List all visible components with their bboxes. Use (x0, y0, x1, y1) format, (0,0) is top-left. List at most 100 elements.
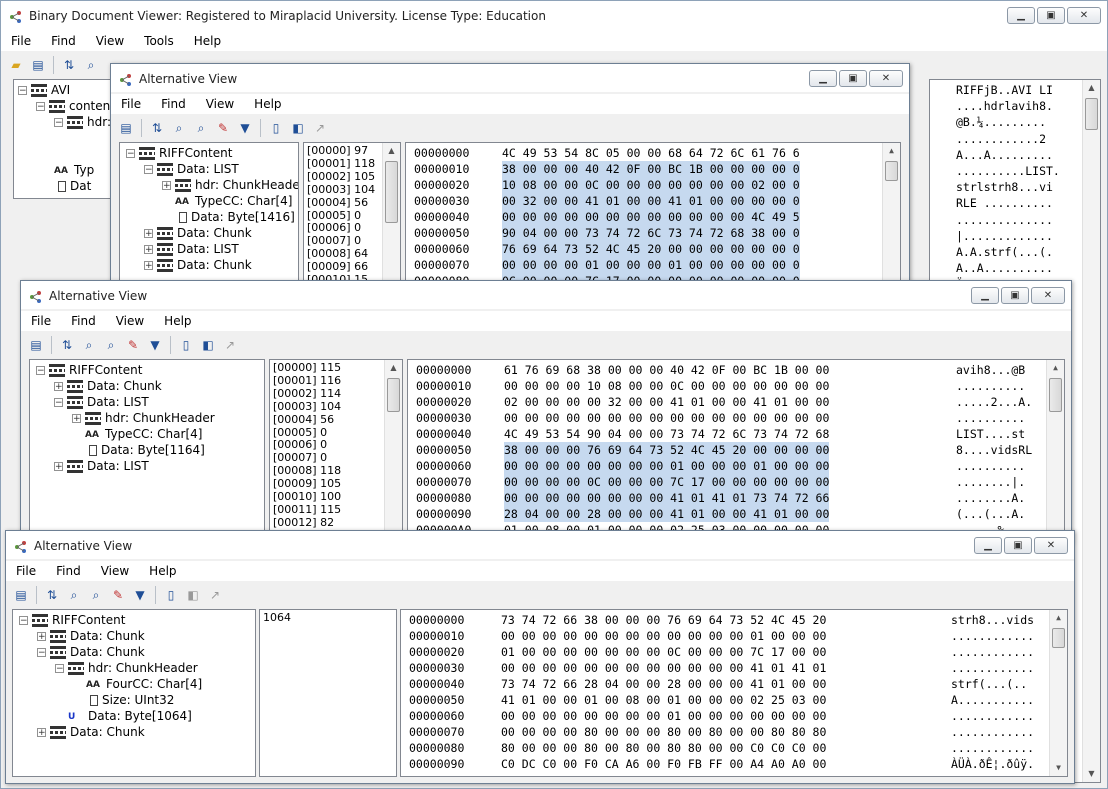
maximize-button[interactable]: ▣ (1037, 7, 1065, 24)
main-scrollbar[interactable]: ▲ ▼ (1082, 80, 1100, 782)
hex-scrollbar[interactable]: ▲ (1046, 360, 1064, 540)
hex-bytes[interactable]: 73 74 72 66 28 04 00 00 28 00 00 00 41 0… (501, 676, 826, 692)
expander[interactable]: − (18, 86, 27, 96)
list-item[interactable]: [00004] 56 (307, 196, 368, 209)
find-icon[interactable]: ⌕ (170, 119, 188, 137)
hex-bytes[interactable]: 00 00 00 00 00 00 00 00 00 00 00 00 01 0… (501, 628, 826, 644)
list-item[interactable]: [00009] 66 (307, 261, 368, 273)
menu-file[interactable]: File (6, 564, 46, 578)
expander-icon[interactable]: − (36, 366, 45, 376)
filter-icon[interactable]: ▼ (131, 586, 149, 604)
close-button[interactable]: ✕ (1034, 537, 1068, 554)
expander-icon[interactable]: − (54, 398, 63, 408)
menu-tools[interactable]: Tools (134, 34, 184, 48)
list-item[interactable]: [00004] 56 (273, 413, 334, 426)
tree-node[interactable]: Dat (54, 178, 91, 194)
hex-bytes[interactable]: 00 00 00 00 01 00 00 00 01 00 00 00 00 0… (502, 257, 800, 273)
list-item[interactable]: [00008] 118 (273, 465, 341, 477)
find-icon[interactable]: ⌕ (65, 586, 83, 604)
tree-node[interactable]: − RIFFContent (19, 612, 125, 628)
tree-node[interactable]: + hdr: ChunkHeader (162, 177, 298, 193)
save-icon[interactable]: ▤ (27, 336, 45, 354)
hex-bytes[interactable]: 4C 49 53 54 8C 05 00 00 68 64 72 6C 61 7… (502, 145, 800, 161)
close-button[interactable]: ✕ (1031, 287, 1065, 304)
hex-bytes[interactable]: 73 74 72 66 38 00 00 00 76 69 64 73 52 4… (501, 612, 826, 628)
expander-icon[interactable]: + (144, 229, 153, 239)
list-item[interactable]: [00011] 115 (273, 503, 341, 516)
menu-help[interactable]: Help (244, 97, 291, 111)
back-arrow-icon[interactable]: ↗ (206, 586, 224, 604)
save-icon[interactable]: ▤ (12, 586, 30, 604)
scroll-up-icon[interactable]: ▲ (1083, 80, 1100, 96)
list-item[interactable]: [00005] 0 (307, 209, 361, 222)
scroll-up-icon[interactable]: ▲ (385, 360, 402, 376)
tree-icon[interactable]: ⇅ (58, 336, 76, 354)
hex-bytes[interactable]: 00 00 00 00 00 00 00 00 00 00 00 00 00 0… (504, 410, 829, 426)
scroll-thumb[interactable] (1052, 628, 1065, 648)
hex-scrollbar[interactable]: ▲ ▼ (1049, 610, 1067, 776)
tree-node[interactable]: Size: UInt32 (73, 692, 174, 708)
expander-icon[interactable]: + (144, 245, 153, 255)
menu-view[interactable]: View (86, 34, 134, 48)
edit-icon[interactable]: ✎ (214, 119, 232, 137)
find-next-icon[interactable]: ⌕ (87, 586, 105, 604)
list-scrollbar[interactable]: ▲ (384, 360, 402, 540)
expander-icon[interactable]: + (37, 728, 46, 738)
expander-icon[interactable]: + (144, 261, 153, 271)
menu-help[interactable]: Help (184, 34, 231, 48)
tree-node[interactable]: + Data: LIST (54, 458, 149, 474)
edit-icon[interactable]: ✎ (124, 336, 142, 354)
tree-node[interactable]: Data: Byte[1164] (72, 442, 205, 458)
hex-bytes[interactable]: 38 00 00 00 76 69 64 73 52 4C 45 20 00 0… (504, 442, 830, 458)
tree-node[interactable]: − hdr: (54, 114, 111, 130)
find-icon[interactable]: ⌕ (80, 336, 98, 354)
hex-bytes[interactable]: 00 00 00 00 00 00 00 00 41 01 41 01 73 7… (504, 490, 830, 506)
list-item[interactable]: [00003] 104 (307, 183, 375, 196)
tree-node[interactable]: − AVI (18, 82, 70, 98)
find-icon[interactable]: ⌕ (82, 56, 100, 74)
list-item[interactable]: [00008] 64 (307, 248, 368, 260)
tree-node[interactable]: + hdr: ChunkHeader (72, 410, 215, 426)
tree-node[interactable]: + Data: Chunk (37, 628, 145, 644)
tree-node[interactable]: − Data: Chunk (37, 644, 145, 660)
main-titlebar[interactable]: Binary Document Viewer: Registered to Mi… (1, 1, 1107, 31)
split-icon[interactable]: ◧ (184, 586, 202, 604)
minimize-button[interactable]: ▁ (1007, 7, 1035, 24)
list-item[interactable]: [00009] 105 (273, 478, 341, 490)
close-button[interactable]: ✕ (869, 70, 903, 87)
split-icon[interactable]: ◧ (289, 119, 307, 137)
scroll-up-icon[interactable]: ▲ (1050, 610, 1067, 626)
hex-bytes[interactable]: 38 00 00 00 40 42 0F 00 BC 1B 00 00 00 0… (502, 161, 800, 177)
scroll-thumb[interactable] (885, 161, 898, 181)
tree-node[interactable]: − RIFFContent (126, 145, 232, 161)
hex-bytes[interactable]: 00 00 00 00 0C 00 00 00 7C 17 00 00 00 0… (504, 474, 830, 490)
expander-icon[interactable]: + (54, 462, 63, 472)
hex-bytes[interactable]: 00 00 00 00 80 00 00 00 80 00 80 00 00 8… (501, 724, 826, 740)
page-icon[interactable]: ▯ (267, 119, 285, 137)
list-scrollbar[interactable]: ▲ (382, 143, 400, 282)
expander-icon[interactable]: + (37, 632, 46, 642)
hex-bytes[interactable]: 80 00 00 00 80 00 80 00 80 80 00 00 C0 C… (501, 740, 826, 756)
menu-file[interactable]: File (1, 34, 41, 48)
expander-icon[interactable]: − (144, 165, 153, 175)
list-item[interactable]: [00007] 0 (307, 235, 361, 247)
tree-node[interactable]: + Data: Chunk (54, 378, 162, 394)
tree-icon[interactable]: ⇅ (148, 119, 166, 137)
alt-view-titlebar[interactable]: Alternative View ▁ ▣ ✕ (6, 531, 1074, 559)
hex-bytes[interactable]: 41 01 00 00 01 00 08 00 01 00 00 00 02 2… (501, 692, 826, 708)
menu-view[interactable]: View (91, 564, 139, 578)
menu-view[interactable]: View (106, 314, 154, 328)
tree-node[interactable]: + Data: LIST (144, 241, 239, 257)
hex-bytes[interactable]: 02 00 00 00 00 32 00 00 41 01 00 00 41 0… (504, 394, 829, 410)
hex-bytes[interactable]: 00 00 00 00 00 00 00 00 01 00 00 00 00 0… (501, 708, 826, 724)
hex-bytes[interactable]: 00 00 00 00 00 00 00 00 00 00 00 00 4C 4… (502, 209, 800, 225)
scroll-down-icon[interactable]: ▼ (1050, 760, 1067, 776)
expander-icon[interactable]: − (55, 664, 64, 674)
hex-bytes[interactable]: 10 08 00 00 0C 00 00 00 00 00 00 00 02 0… (502, 177, 800, 193)
edit-icon[interactable]: ✎ (109, 586, 127, 604)
list-item[interactable]: [00001] 118 (307, 157, 375, 170)
tree-node[interactable]: AA FourCC: Char[4] (73, 676, 202, 692)
hex-bytes[interactable]: 00 00 00 00 10 08 00 00 0C 00 00 00 00 0… (504, 378, 829, 394)
menu-view[interactable]: View (196, 97, 244, 111)
save-icon[interactable]: ▤ (29, 56, 47, 74)
